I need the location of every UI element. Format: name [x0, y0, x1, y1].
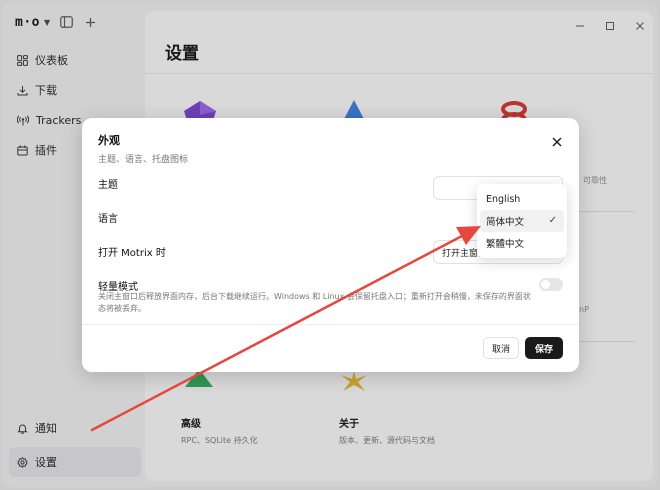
dialog-subtitle: 主题、语言、托盘图标	[98, 155, 189, 165]
option-label: 简体中文	[486, 217, 525, 228]
dialog-footer-divider	[82, 324, 579, 325]
theme-label: 主题	[98, 180, 118, 191]
cancel-button[interactable]: 取消	[483, 337, 519, 359]
on-open-label: 打开 Motrix 时	[98, 248, 166, 259]
language-label: 语言	[98, 214, 118, 225]
language-option-english[interactable]: English	[480, 188, 564, 210]
save-button[interactable]: 保存	[525, 337, 563, 359]
close-icon[interactable]	[551, 133, 563, 147]
dialog-title: 外观	[98, 134, 120, 147]
light-mode-desc: 关闭主窗口后释放界面内存，后台下载继续运行。Windows 和 Linux 会保…	[98, 292, 531, 313]
light-mode-toggle[interactable]	[539, 278, 563, 291]
checkmark-icon: ✓	[548, 215, 557, 226]
language-option-zh-hans[interactable]: 简体中文 ✓	[480, 210, 564, 232]
language-dropdown: English 简体中文 ✓ 繁體中文	[477, 184, 567, 258]
language-option-zh-hant[interactable]: 繁體中文	[480, 232, 564, 254]
